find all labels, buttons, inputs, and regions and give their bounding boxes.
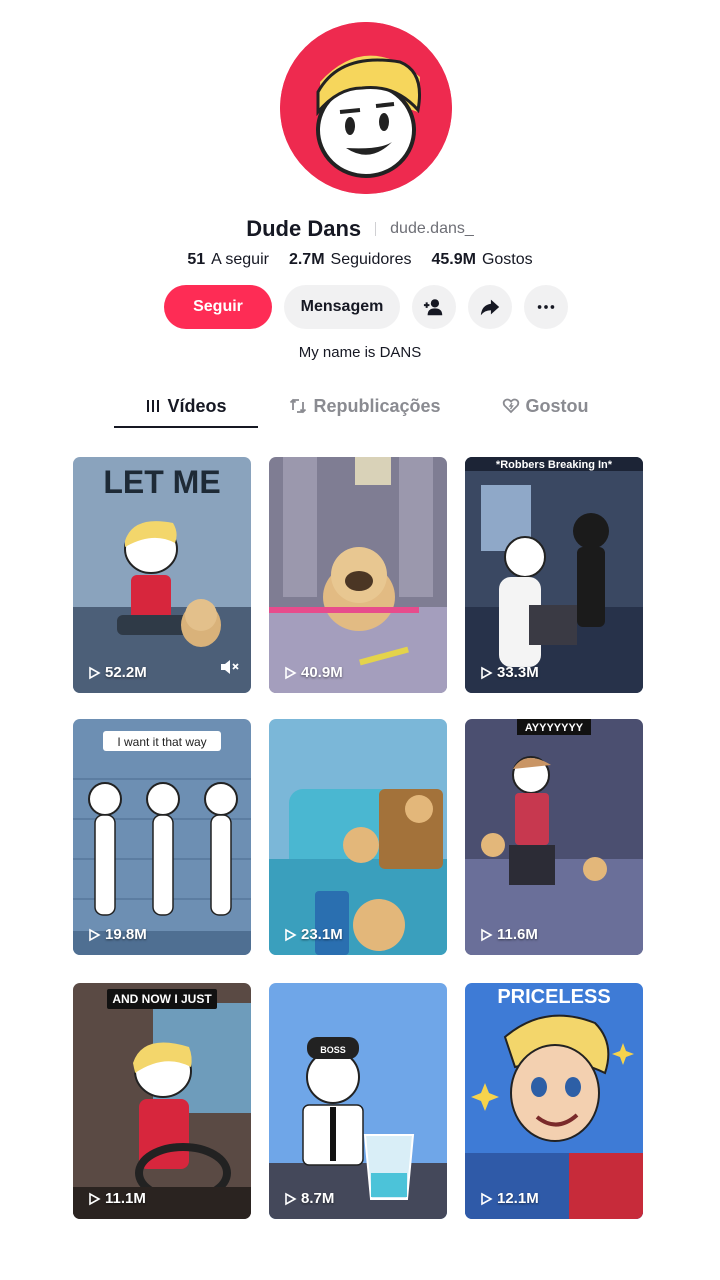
add-person-icon (423, 299, 443, 316)
video-views-count: 11.1M (105, 1190, 146, 1207)
tab-liked[interactable]: Gostou (490, 386, 600, 426)
repost-icon (290, 398, 307, 414)
video-card[interactable]: 40.9M (269, 457, 447, 693)
stat-followers-label: Seguidores (330, 251, 412, 268)
stat-following-label: A seguir (211, 251, 269, 268)
video-card[interactable]: BOSS 8.7M (269, 983, 447, 1219)
video-views: 33.3M (479, 664, 539, 681)
video-views-count: 19.8M (105, 926, 147, 943)
video-views: 11.6M (479, 926, 538, 943)
profile-bio: My name is DANS (298, 344, 422, 361)
thumbnail-caption: BOSS (320, 1045, 346, 1055)
mute-toggle[interactable] (219, 658, 239, 681)
grid-lines-icon (147, 400, 160, 412)
video-thumbnail (269, 719, 447, 955)
avatar-illustration (280, 22, 452, 194)
share-button[interactable] (468, 285, 512, 329)
stat-followers-value: 2.7M (288, 251, 325, 268)
video-card[interactable]: PRICELESS 12.1M (465, 983, 643, 1219)
more-button[interactable] (524, 285, 568, 329)
video-thumbnail: PRICELESS (465, 983, 643, 1219)
tab-liked-label: Gostou (525, 395, 589, 416)
stat-following-value: 51 (187, 251, 206, 268)
stat-followers[interactable]: 2.7M Seguidores (289, 251, 412, 269)
video-views-count: 40.9M (301, 664, 343, 681)
video-thumbnail (269, 457, 447, 693)
thumbnail-caption: I want it that way (117, 735, 206, 749)
video-views-count: 33.3M (497, 664, 539, 681)
video-views: 52.2M (87, 664, 147, 681)
play-icon (89, 928, 101, 941)
play-icon (89, 1192, 101, 1205)
play-icon (481, 666, 493, 679)
play-icon (481, 1192, 493, 1205)
video-card[interactable]: LET ME 52.2M (73, 457, 251, 693)
video-thumbnail: BOSS (269, 983, 447, 1219)
mute-icon (221, 660, 239, 674)
profile-name-row: Dude Dans dude.dans_ (0, 216, 720, 242)
video-views-count: 8.7M (301, 1190, 335, 1207)
video-views-count: 11.6M (497, 926, 538, 943)
video-card[interactable]: *Robbers Breaking In* 33.3M (465, 457, 643, 693)
video-views-count: 12.1M (497, 1190, 539, 1207)
video-views: 19.8M (87, 926, 147, 943)
video-thumbnail: AYYYYYYY (465, 719, 643, 955)
share-arrow-icon (480, 299, 500, 316)
play-icon (285, 666, 297, 679)
video-views: 12.1M (479, 1190, 539, 1207)
video-card[interactable]: 23.1M (269, 719, 447, 955)
play-icon (285, 928, 297, 941)
thumbnail-caption: PRICELESS (497, 986, 610, 1008)
thumbnail-caption: LET ME (103, 464, 220, 500)
tab-videos[interactable]: Vídeos (114, 386, 258, 426)
play-icon (481, 928, 493, 941)
more-dots-icon (537, 305, 555, 309)
stat-likes: 45.9M Gostos (431, 251, 532, 269)
thumbnail-caption: AYYYYYYY (525, 722, 584, 734)
video-card[interactable]: AYYYYYYY 11.6M (465, 719, 643, 955)
profile-handle: dude.dans_ (390, 220, 474, 237)
video-thumbnail: I want it that way (73, 719, 251, 955)
video-thumbnail: *Robbers Breaking In* (465, 457, 643, 693)
suggested-accounts-button[interactable] (412, 285, 456, 329)
profile-name: Dude Dans (246, 216, 362, 241)
stat-following[interactable]: 51 A seguir (187, 251, 269, 269)
name-separator (375, 222, 377, 236)
active-tab-indicator (114, 426, 258, 428)
profile-avatar[interactable] (280, 22, 452, 194)
play-icon (285, 1192, 297, 1205)
video-card[interactable]: AND NOW I JUST 11.1M (73, 983, 251, 1219)
video-thumbnail: AND NOW I JUST (73, 983, 251, 1219)
video-views: 40.9M (283, 664, 343, 681)
thumbnail-caption: AND NOW I JUST (112, 992, 212, 1006)
heart-icon (502, 398, 519, 414)
tab-reposts[interactable]: Republicações (288, 386, 442, 426)
video-card[interactable]: I want it that way 19.8M (73, 719, 251, 955)
video-views: 11.1M (87, 1190, 146, 1207)
follow-button[interactable]: Seguir (164, 285, 272, 329)
profile-stats: 51 A seguir 2.7M Seguidores 45.9M Gostos (0, 251, 720, 269)
stat-likes-label: Gostos (481, 251, 533, 268)
thumbnail-caption: *Robbers Breaking In* (496, 459, 613, 471)
video-views: 8.7M (283, 1190, 334, 1207)
video-views-count: 23.1M (301, 926, 343, 943)
profile-tabs: Vídeos Republicações Gostou (0, 386, 720, 428)
profile-actions: Seguir Mensagem (164, 285, 568, 329)
tab-videos-label: Vídeos (167, 395, 227, 416)
tab-reposts-label: Republicações (313, 395, 441, 416)
play-icon (89, 666, 101, 679)
video-views: 23.1M (283, 926, 343, 943)
message-button[interactable]: Mensagem (284, 285, 400, 329)
stat-likes-value: 45.9M (431, 251, 476, 268)
video-views-count: 52.2M (105, 664, 147, 681)
